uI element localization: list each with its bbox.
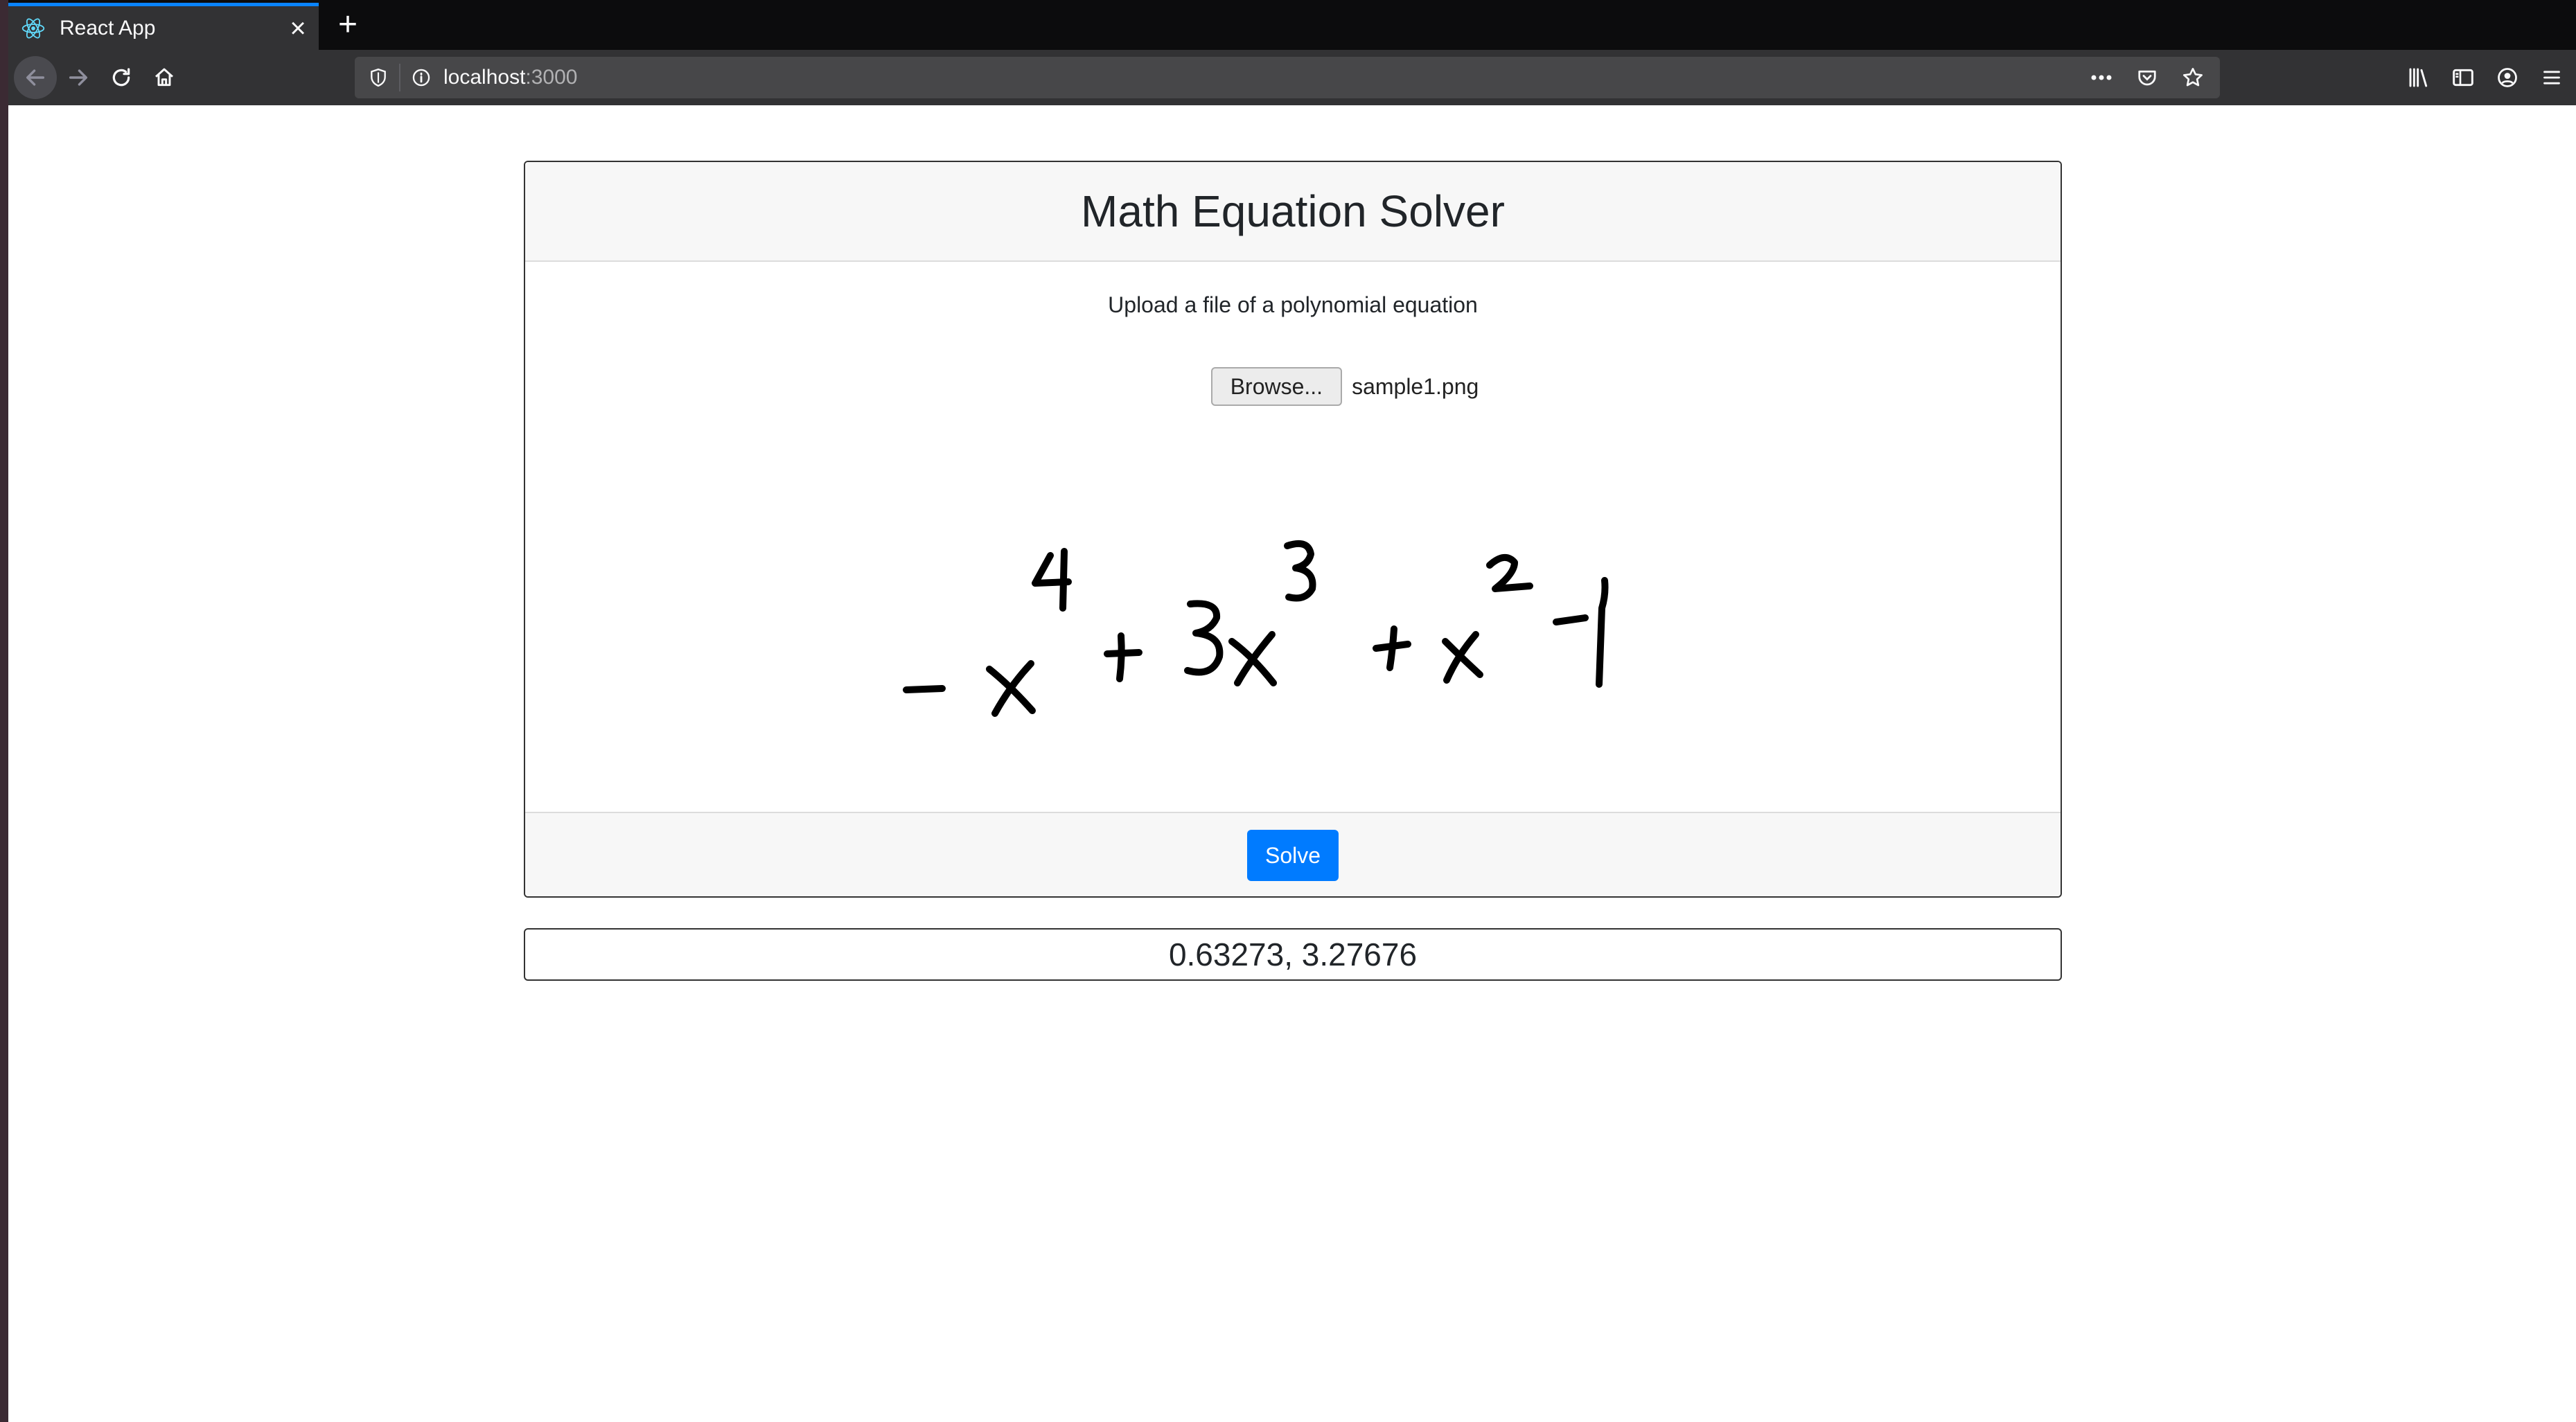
account-icon[interactable]	[2493, 63, 2522, 92]
tab-title: React App	[60, 16, 156, 39]
browse-button[interactable]: Browse...	[1210, 367, 1343, 406]
tab-bar: React App × +	[8, 0, 2576, 50]
url-port: :3000	[525, 66, 578, 89]
back-icon[interactable]	[14, 56, 57, 99]
menu-icon[interactable]	[2537, 63, 2566, 92]
react-icon	[21, 18, 45, 38]
page-title: Math Equation Solver	[1081, 186, 1505, 236]
bookmark-star-icon[interactable]	[2178, 63, 2207, 92]
url-separator	[399, 64, 400, 91]
result-box: 0.63273, 3.27676	[524, 928, 2062, 981]
file-input[interactable]: Browse... sample1.png	[525, 367, 2061, 406]
page-content: Math Equation Solver Upload a file of a …	[8, 105, 2576, 1422]
solver-card: Math Equation Solver Upload a file of a …	[524, 161, 2062, 898]
url-host: localhost	[443, 66, 526, 89]
page-actions-icon[interactable]	[2087, 63, 2116, 92]
pocket-icon[interactable]	[2133, 63, 2162, 92]
tab-react-app[interactable]: React App ×	[8, 3, 319, 50]
reload-icon[interactable]	[100, 56, 143, 99]
desktop-edge	[0, 0, 8, 1422]
home-icon[interactable]	[143, 56, 186, 99]
forward-icon[interactable]	[57, 56, 100, 99]
nav-bar: localhost:3000	[8, 50, 2576, 105]
library-icon[interactable]	[2404, 63, 2433, 92]
close-tab-icon[interactable]: ×	[277, 15, 319, 42]
address-bar[interactable]: localhost:3000	[355, 57, 2220, 98]
site-info-icon[interactable]	[406, 68, 436, 87]
card-header: Math Equation Solver	[525, 162, 2061, 262]
upload-instructions: Upload a file of a polynomial equation	[1108, 292, 1478, 317]
equation-image	[903, 540, 1609, 717]
solve-button[interactable]: Solve	[1246, 830, 1339, 881]
sidebar-icon[interactable]	[2449, 63, 2478, 92]
tracking-protection-icon[interactable]	[363, 68, 394, 87]
card-footer: Solve	[525, 812, 2061, 896]
selected-file-name: sample1.png	[1352, 373, 1479, 399]
url-text[interactable]: localhost:3000	[443, 66, 2087, 89]
new-tab-icon[interactable]: +	[327, 4, 369, 46]
browser-chrome: React App × + localhost:3000	[8, 0, 2576, 105]
card-body: Upload a file of a polynomial equation B…	[525, 262, 2061, 812]
